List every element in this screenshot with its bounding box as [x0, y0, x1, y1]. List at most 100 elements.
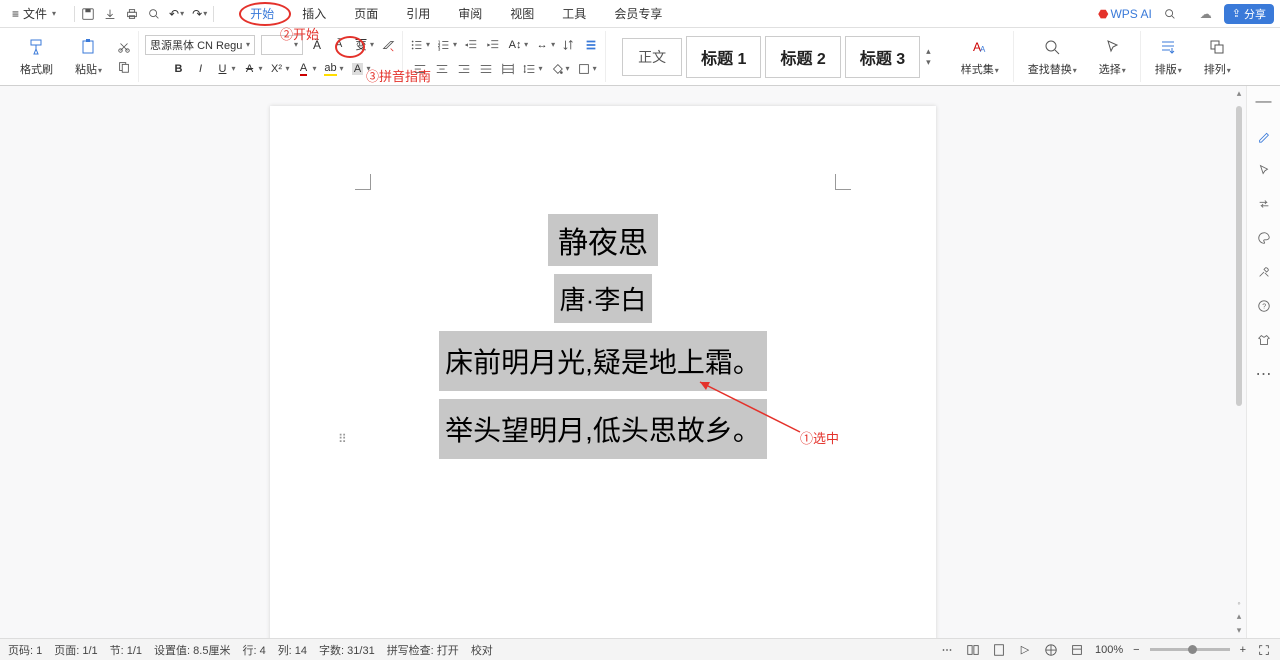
help-icon[interactable]: ? — [1256, 298, 1272, 314]
text-direction-button[interactable]: A↕▾ — [507, 37, 528, 53]
play-icon[interactable]: ▷ — [1017, 642, 1033, 658]
copy-icon[interactable] — [116, 59, 132, 75]
shirt-icon[interactable] — [1256, 332, 1272, 348]
share-button[interactable]: ⇪分享 — [1224, 4, 1274, 24]
tab-view[interactable]: 视图 — [496, 1, 548, 26]
view-mode-icon[interactable] — [939, 642, 955, 658]
bullets-button[interactable]: ▾ — [409, 37, 430, 53]
text-title[interactable]: 静夜思 — [548, 214, 658, 266]
font-color-button[interactable]: A▾ — [296, 61, 317, 77]
paste-button[interactable]: 粘贴▾ — [67, 37, 110, 77]
style-gallery-more[interactable]: ▴▾ — [926, 46, 931, 68]
cloud-icon[interactable]: ☁ — [1198, 6, 1214, 22]
bold-icon[interactable]: B — [170, 61, 186, 77]
align-justify-icon[interactable] — [478, 61, 494, 77]
phonetic-guide-button[interactable]: 变▾ — [353, 37, 374, 53]
zoom-knob[interactable] — [1188, 645, 1197, 654]
indent-icon[interactable] — [485, 37, 501, 53]
pencil-icon[interactable] — [1256, 128, 1272, 144]
transfer-icon[interactable] — [1256, 196, 1272, 212]
style-heading1[interactable]: 标题 1 — [686, 36, 761, 78]
scroll-up-icon[interactable]: ▴ — [1234, 88, 1244, 99]
grow-font-icon[interactable]: Â — [309, 37, 325, 53]
scroll-marker-icon[interactable]: ◦ — [1234, 598, 1244, 608]
zoom-in-button[interactable]: + — [1240, 644, 1246, 656]
text-body-1[interactable]: 床前明月光,疑是地上霜。 — [439, 331, 767, 391]
zoom-out-button[interactable]: − — [1133, 644, 1139, 656]
status-page[interactable]: 页面: 1/1 — [54, 642, 97, 658]
status-section[interactable]: 节: 1/1 — [110, 642, 142, 658]
web-layout-icon[interactable] — [1043, 642, 1059, 658]
more-icon[interactable]: ⋯ — [1256, 366, 1272, 382]
redo-button[interactable]: ↷▾ — [192, 7, 207, 21]
line-spacing-button[interactable]: ▾ — [522, 61, 543, 77]
font-size-select[interactable]: ▾ — [261, 35, 303, 55]
status-setting[interactable]: 设置值: 8.5厘米 — [154, 642, 230, 658]
shading-button[interactable]: ▾ — [549, 61, 570, 77]
minus-icon[interactable]: — — [1256, 94, 1272, 110]
style-heading2[interactable]: 标题 2 — [765, 36, 840, 78]
outline-icon[interactable] — [1069, 642, 1085, 658]
italic-icon[interactable]: I — [192, 61, 208, 77]
borders-button[interactable]: ▾ — [576, 61, 597, 77]
arrange-button[interactable]: 排列▾ — [1196, 37, 1239, 77]
undo-button[interactable]: ↶▾ — [169, 7, 184, 21]
tab-tools[interactable]: 工具 — [548, 1, 600, 26]
scroll-prev-icon[interactable]: ▴ — [1234, 611, 1244, 622]
print-layout-icon[interactable] — [991, 642, 1007, 658]
numbering-button[interactable]: 123▾ — [436, 37, 457, 53]
outdent-icon[interactable] — [463, 37, 479, 53]
document-page[interactable]: ⠿ 静夜思 唐·李白 床前明月光,疑是地上霜。 举头望明月,低头思故乡。 — [270, 106, 936, 638]
styleset-button[interactable]: AA 样式集▾ — [953, 37, 1007, 77]
font-name-select[interactable]: 思源黑体 CN Regu▾ — [145, 35, 255, 55]
wps-ai-button[interactable]: ⬣WPS AI — [1098, 7, 1152, 21]
status-row[interactable]: 行: 4 — [242, 642, 265, 658]
reading-layout-icon[interactable] — [965, 642, 981, 658]
strike-button[interactable]: A▾ — [241, 61, 262, 77]
save-icon[interactable] — [81, 7, 95, 21]
shrink-font-icon[interactable]: Ǎ — [331, 37, 347, 53]
fullscreen-icon[interactable] — [1256, 642, 1272, 658]
style-body[interactable]: 正文 — [622, 38, 682, 76]
align-left-icon[interactable] — [412, 61, 428, 77]
search-icon[interactable] — [1162, 6, 1178, 22]
char-shading-button[interactable]: A▾ — [350, 61, 371, 77]
tools-icon[interactable] — [1256, 264, 1272, 280]
format-painter-button[interactable]: 格式刷 — [12, 37, 61, 77]
find-replace-button[interactable]: 查找替换▾ — [1020, 37, 1085, 77]
print-icon[interactable] — [125, 7, 139, 21]
clear-format-icon[interactable] — [380, 37, 396, 53]
export-icon[interactable] — [103, 7, 117, 21]
scroll-thumb[interactable] — [1236, 106, 1242, 406]
preview-icon[interactable] — [147, 7, 161, 21]
align-right-icon[interactable] — [456, 61, 472, 77]
layout-button[interactable]: 排版▾ — [1147, 37, 1190, 77]
align-center-icon[interactable] — [434, 61, 450, 77]
sort-icon[interactable] — [561, 37, 577, 53]
cut-icon[interactable] — [116, 39, 132, 55]
highlight-button[interactable]: ab▾ — [323, 61, 344, 77]
vertical-scrollbar[interactable]: ▴ ◦ ▴ ▾ — [1234, 86, 1244, 638]
superscript-button[interactable]: X²▾ — [269, 61, 290, 77]
scroll-next-icon[interactable]: ▾ — [1234, 625, 1244, 636]
tab-page[interactable]: 页面 — [340, 1, 392, 26]
tab-review[interactable]: 审阅 — [444, 1, 496, 26]
status-spellcheck[interactable]: 拼写检查: 打开 — [387, 642, 459, 658]
text-author[interactable]: 唐·李白 — [554, 274, 653, 323]
char-scale-button[interactable]: ↔▾ — [534, 37, 555, 53]
tab-references[interactable]: 引用 — [392, 1, 444, 26]
palette-icon[interactable] — [1256, 230, 1272, 246]
tab-member[interactable]: 会员专享 — [600, 1, 676, 26]
underline-button[interactable]: U▾ — [214, 61, 235, 77]
status-proofing[interactable]: 校对 — [471, 642, 493, 658]
show-marks-icon[interactable] — [583, 37, 599, 53]
distribute-icon[interactable] — [500, 61, 516, 77]
status-col[interactable]: 列: 14 — [278, 642, 307, 658]
text-body-2[interactable]: 举头望明月,低头思故乡。 — [439, 399, 767, 459]
menu-file[interactable]: ≡ 文件 ▾ — [6, 3, 62, 24]
tab-insert[interactable]: 插入 — [288, 1, 340, 26]
tab-home[interactable]: 开始 — [236, 1, 288, 26]
zoom-value[interactable]: 100% — [1095, 644, 1123, 656]
style-heading3[interactable]: 标题 3 — [845, 36, 920, 78]
select-tool-icon[interactable] — [1256, 162, 1272, 178]
